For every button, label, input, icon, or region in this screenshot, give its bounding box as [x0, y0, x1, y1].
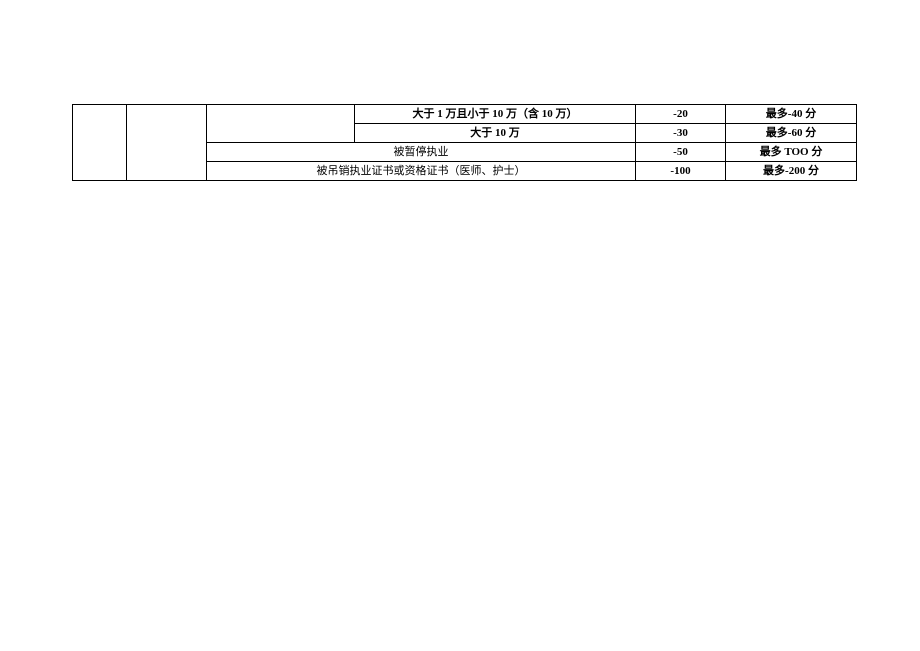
- cell-max: 最多-60 分: [726, 124, 857, 143]
- scoring-table: 大于 1 万且小于 10 万（含 10 万） -20 最多-40 分 大于 10…: [72, 104, 857, 181]
- cell-score: -30: [636, 124, 726, 143]
- cell-score: -50: [636, 143, 726, 162]
- cell-desc-text: 大于 1 万且小于 10 万（含 10 万）: [413, 108, 578, 120]
- cell-max: 最多 TOO 分: [726, 143, 857, 162]
- cell-score-text: -50: [673, 146, 688, 158]
- cell-score-text: -20: [673, 108, 688, 120]
- cell-col1: [73, 105, 127, 181]
- cell-col3: [207, 105, 355, 143]
- cell-desc-text: 大于 10 万: [470, 127, 520, 139]
- table-row: 大于 1 万且小于 10 万（含 10 万） -20 最多-40 分: [73, 105, 857, 124]
- cell-col2: [127, 105, 207, 181]
- cell-score-text: -100: [670, 165, 690, 177]
- cell-desc: 大于 1 万且小于 10 万（含 10 万）: [355, 105, 636, 124]
- cell-max-text: 最多-200 分: [763, 165, 819, 177]
- cell-desc: 被暂停执业: [207, 143, 636, 162]
- cell-max: 最多-40 分: [726, 105, 857, 124]
- scoring-table-container: 大于 1 万且小于 10 万（含 10 万） -20 最多-40 分 大于 10…: [72, 104, 856, 181]
- cell-desc-text: 被暂停执业: [394, 146, 449, 158]
- cell-max-text: 最多 TOO 分: [760, 146, 823, 158]
- cell-score: -100: [636, 162, 726, 181]
- cell-score: -20: [636, 105, 726, 124]
- cell-desc: 被吊销执业证书或资格证书（医师、护士）: [207, 162, 636, 181]
- cell-max-text: 最多-60 分: [766, 127, 816, 139]
- cell-desc-text: 被吊销执业证书或资格证书（医师、护士）: [317, 165, 526, 177]
- cell-score-text: -30: [673, 127, 688, 139]
- cell-desc: 大于 10 万: [355, 124, 636, 143]
- cell-max: 最多-200 分: [726, 162, 857, 181]
- cell-max-text: 最多-40 分: [766, 108, 816, 120]
